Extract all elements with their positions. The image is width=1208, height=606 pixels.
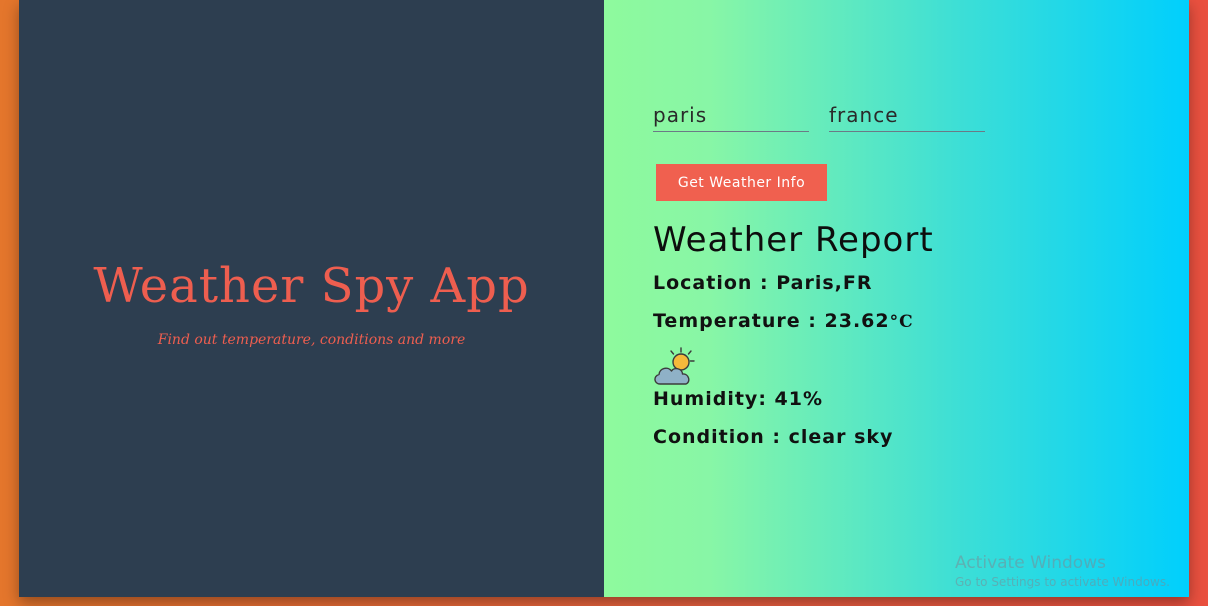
location-value: Paris,FR (776, 272, 873, 294)
temperature-value: 23.62 (824, 310, 890, 332)
humidity-value: 41% (774, 388, 824, 410)
city-input[interactable] (653, 98, 809, 132)
country-input[interactable] (829, 98, 985, 132)
app-title: Weather Spy App (93, 258, 530, 314)
temperature-label: Temperature : (653, 310, 825, 332)
condition-line: Condition : clear sky (653, 426, 893, 448)
location-line: Location : Paris,FR (653, 272, 873, 294)
watermark-title: Activate Windows (955, 553, 1106, 573)
title-panel: Weather Spy App Find out temperature, co… (19, 0, 604, 597)
humidity-line: Humidity: 41% (653, 388, 823, 410)
report-title: Weather Report (653, 220, 934, 260)
weather-panel: Get Weather Info Weather Report Location… (604, 0, 1189, 597)
location-label: Location : (653, 272, 777, 294)
temperature-line: Temperature : 23.62°C (653, 310, 914, 332)
activate-windows-watermark: Activate Windows Go to Settings to activ… (955, 553, 1170, 589)
temperature-unit: °C (889, 312, 914, 332)
humidity-label: Humidity: (653, 388, 775, 410)
watermark-subtitle: Go to Settings to activate Windows. (955, 575, 1170, 589)
condition-value: clear sky (788, 426, 894, 448)
partly-cloudy-icon (654, 347, 695, 385)
app-subtitle: Find out temperature, conditions and mor… (157, 332, 466, 348)
condition-label: Condition : (653, 426, 789, 448)
get-weather-button[interactable]: Get Weather Info (656, 164, 827, 201)
app-card: Weather Spy App Find out temperature, co… (19, 0, 1189, 597)
